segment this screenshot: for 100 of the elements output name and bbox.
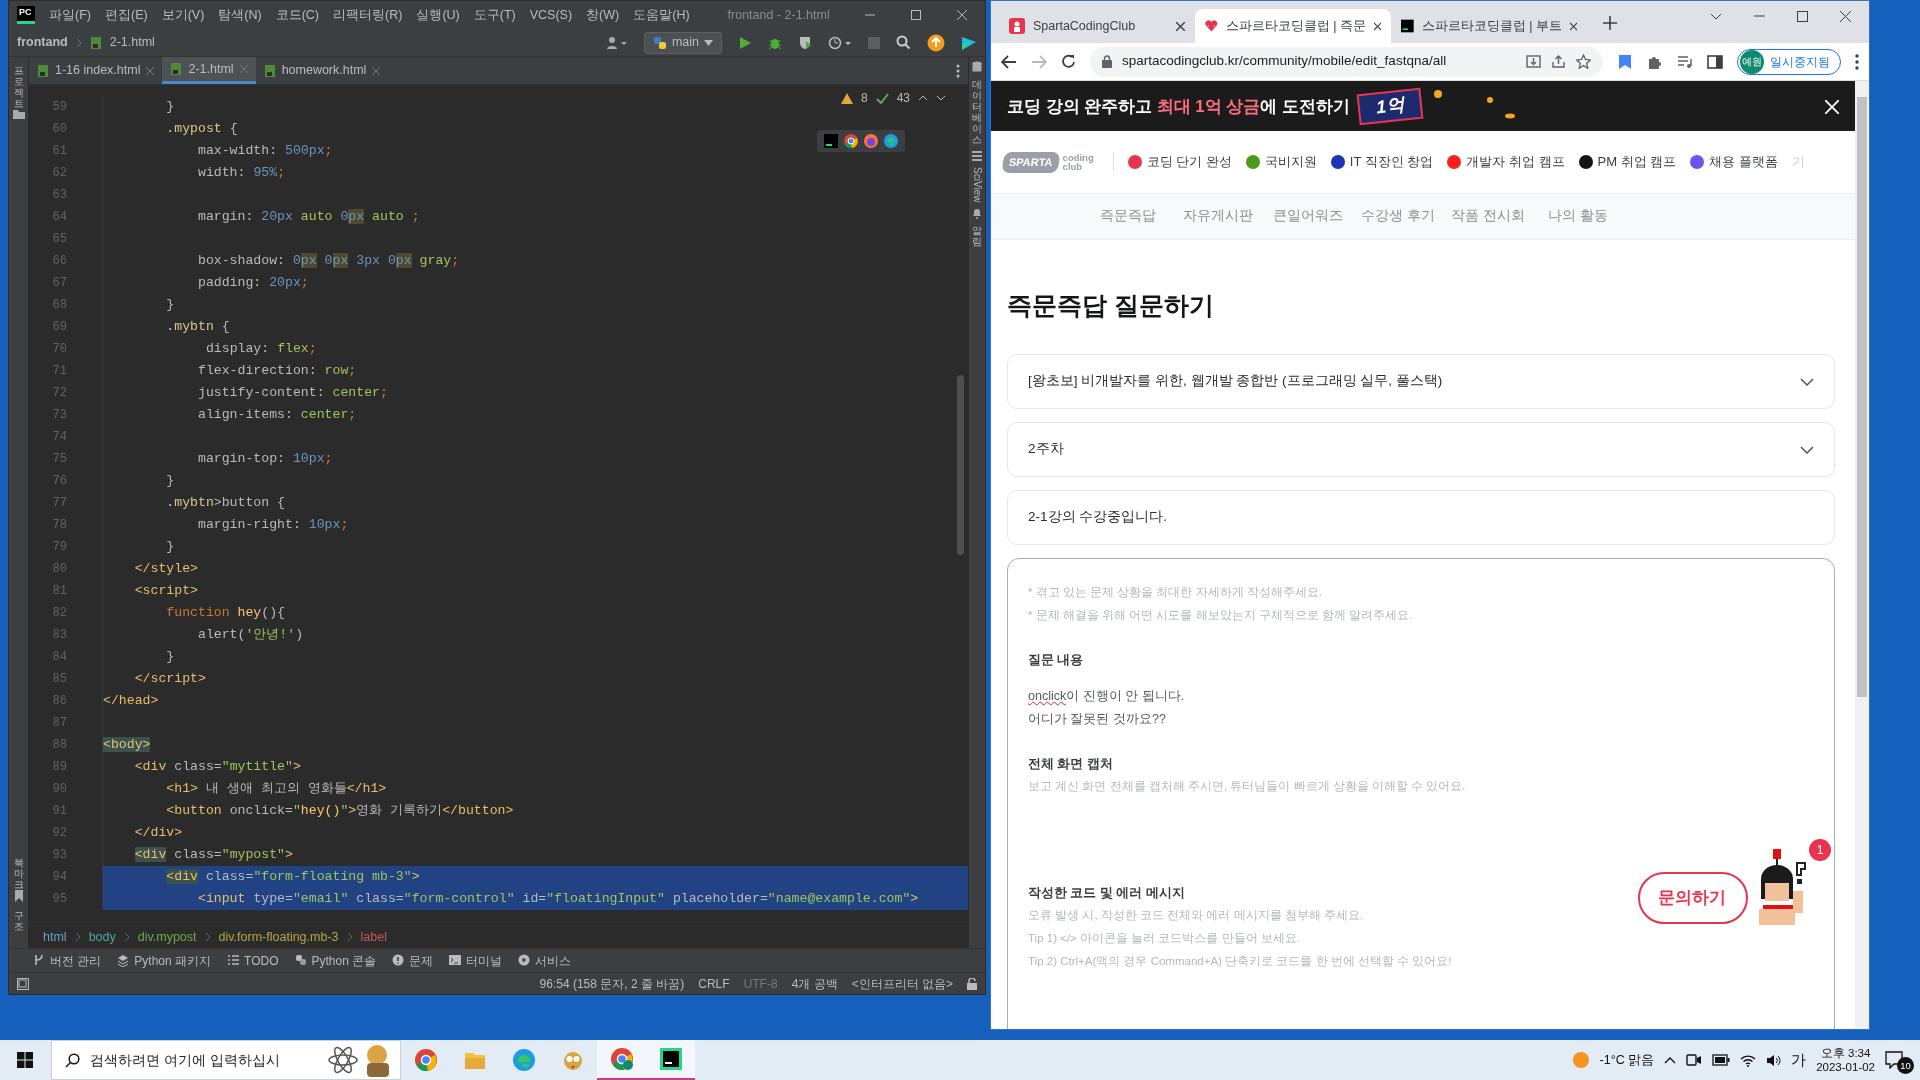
pycharm-icon[interactable] bbox=[824, 134, 838, 148]
edge-icon[interactable] bbox=[884, 134, 898, 148]
weather-text[interactable]: -1°C 맑음 bbox=[1599, 1050, 1655, 1070]
tool-window-label[interactable]: 프로젝트 bbox=[13, 65, 24, 109]
project-name[interactable]: frontand bbox=[17, 33, 68, 52]
tool-window-button[interactable]: Python 콘솔 bbox=[294, 951, 377, 970]
firefox-icon[interactable] bbox=[864, 134, 878, 148]
database-icon[interactable] bbox=[972, 61, 982, 73]
nav-link[interactable]: 국비지원 bbox=[1245, 152, 1317, 172]
run-config-dropdown[interactable]: main bbox=[643, 31, 722, 54]
status-item[interactable]: 96:54 (158 문자, 2 줄 바꿈) bbox=[539, 974, 685, 993]
star-icon[interactable] bbox=[1576, 54, 1591, 69]
wifi-icon[interactable] bbox=[1740, 1053, 1757, 1067]
tool-window-label[interactable]: 알림 bbox=[972, 225, 982, 248]
menu-item[interactable]: 도구(T) bbox=[473, 5, 516, 25]
editor-tab[interactable]: homework.html bbox=[255, 57, 389, 84]
tool-window-label[interactable]: 데이터베이스 bbox=[972, 79, 982, 145]
layout-icon[interactable] bbox=[17, 977, 29, 990]
bookmark-icon[interactable] bbox=[13, 890, 24, 902]
notification-icon[interactable] bbox=[1885, 1051, 1903, 1069]
grid-icon[interactable] bbox=[972, 151, 982, 161]
contact-button[interactable]: 문의하기 bbox=[1638, 872, 1748, 924]
section-tab[interactable]: 나의 활동 bbox=[1533, 206, 1623, 227]
shield-icon[interactable] bbox=[798, 35, 812, 50]
passed-count[interactable]: 43 bbox=[896, 89, 910, 107]
tool-window-button[interactable]: 문제 bbox=[392, 951, 434, 970]
close-icon[interactable] bbox=[1176, 21, 1185, 31]
status-item[interactable]: CRLF bbox=[698, 974, 730, 993]
share-icon[interactable] bbox=[1551, 54, 1566, 69]
chevron-down-icon[interactable] bbox=[936, 95, 946, 101]
search-icon[interactable] bbox=[65, 1053, 80, 1068]
bell-icon[interactable] bbox=[972, 208, 982, 220]
breadcrumb-item[interactable]: html bbox=[43, 927, 67, 947]
chevron-up-icon[interactable] bbox=[1664, 1056, 1677, 1064]
battery-icon[interactable] bbox=[1712, 1054, 1731, 1066]
nav-link[interactable]: 채용 플랫폼 bbox=[1690, 152, 1778, 172]
nav-link[interactable]: PM 취업 캠프 bbox=[1578, 152, 1677, 172]
scrollbar-thumb[interactable] bbox=[1857, 97, 1867, 697]
menu-item[interactable]: 실행(U) bbox=[416, 5, 460, 25]
warning-icon[interactable] bbox=[840, 92, 853, 104]
breadcrumb-item[interactable]: body bbox=[88, 927, 116, 947]
tool-window-button[interactable]: 서비스 bbox=[518, 951, 572, 970]
install-icon[interactable] bbox=[1526, 54, 1541, 69]
section-tab[interactable]: 수강생 후기 bbox=[1353, 206, 1443, 227]
tool-window-button[interactable]: TODO bbox=[227, 951, 279, 970]
speaker-icon[interactable] bbox=[1766, 1053, 1782, 1067]
extension-icon[interactable] bbox=[1617, 53, 1633, 70]
media-icon[interactable] bbox=[1677, 53, 1693, 70]
browser-tab[interactable]: 스파르타코딩클럽 | 부트 bbox=[1391, 9, 1587, 43]
user-icon[interactable] bbox=[605, 35, 628, 50]
editor-tab[interactable]: 1-16 index.html bbox=[29, 57, 163, 84]
breadcrumb-item[interactable]: div.mypost bbox=[137, 927, 197, 947]
folder-icon[interactable] bbox=[12, 109, 25, 119]
nav-link[interactable]: 코딩 단기 완성 bbox=[1127, 152, 1232, 172]
status-item[interactable]: <인터프리터 없음> bbox=[851, 974, 953, 993]
tool-window-button[interactable]: 버전 관리 bbox=[33, 951, 102, 970]
scrollbar-thumb[interactable] bbox=[957, 375, 964, 555]
search-field[interactable]: 검색하려면 여기에 입력하십시 bbox=[51, 1040, 401, 1080]
menu-item[interactable]: 창(W) bbox=[586, 5, 620, 25]
close-icon[interactable] bbox=[1840, 10, 1851, 22]
clock[interactable]: 오후 3:34 2023-01-02 bbox=[1816, 1045, 1875, 1075]
more-icon[interactable] bbox=[956, 63, 960, 78]
section-tab[interactable]: 즉문즉답 bbox=[1083, 206, 1173, 227]
tool-window-label[interactable]: 북마크 bbox=[13, 857, 24, 890]
side-panel-icon[interactable] bbox=[1707, 53, 1723, 70]
editor-tab[interactable]: 2-1.html bbox=[162, 57, 256, 84]
menu-item[interactable]: 도움말(H) bbox=[633, 5, 690, 25]
chevron-down-icon[interactable] bbox=[1710, 12, 1722, 20]
file-name[interactable]: 2-1.html bbox=[109, 33, 155, 52]
more-icon[interactable] bbox=[1855, 53, 1859, 70]
back-icon[interactable] bbox=[1001, 54, 1017, 69]
reload-icon[interactable] bbox=[1061, 54, 1076, 69]
close-icon[interactable] bbox=[1373, 21, 1381, 31]
nav-link[interactable]: 개발자 취업 캠프 bbox=[1447, 152, 1565, 172]
section-tab[interactable]: 자유게시판 bbox=[1173, 206, 1263, 227]
tool-window-label[interactable]: 구조 bbox=[13, 910, 24, 932]
section-tab[interactable]: 작품 전시회 bbox=[1443, 206, 1533, 227]
breadcrumb-item[interactable]: div.form-floating.mb-3 bbox=[218, 927, 339, 947]
chevron-up-icon[interactable] bbox=[918, 95, 928, 101]
windows-icon[interactable] bbox=[16, 1052, 33, 1068]
taskbar-app[interactable] bbox=[646, 1040, 695, 1080]
section-tab[interactable]: 큰일어워즈 bbox=[1263, 206, 1353, 227]
search-icon[interactable] bbox=[896, 35, 911, 50]
menu-item[interactable]: VCS(S) bbox=[529, 5, 573, 25]
meet-icon[interactable] bbox=[1686, 1053, 1703, 1067]
profile-button[interactable]: 예원 일시중지됨 bbox=[1737, 48, 1841, 75]
input-method-indicator[interactable]: 가 bbox=[1791, 1048, 1807, 1072]
maximize-icon[interactable] bbox=[1797, 10, 1808, 22]
browser-tab[interactable]: SpartaCodingClub bbox=[999, 9, 1195, 43]
close-icon[interactable] bbox=[1569, 21, 1577, 31]
lecture-field[interactable]: 2-1강의 수강중입니다. bbox=[1007, 490, 1835, 545]
week-select[interactable]: 2주차 bbox=[1007, 422, 1835, 477]
breadcrumb-item[interactable]: label bbox=[360, 927, 387, 947]
lock-icon[interactable] bbox=[1102, 55, 1112, 68]
profiler-icon[interactable] bbox=[828, 35, 852, 50]
browser-tab[interactable]: 스파르타코딩클럽 | 즉문 bbox=[1195, 9, 1391, 43]
menu-item[interactable]: 보기(V) bbox=[161, 5, 205, 25]
check-icon[interactable] bbox=[875, 92, 889, 104]
toolbox-icon[interactable] bbox=[961, 34, 977, 51]
chrome-icon[interactable] bbox=[844, 134, 858, 148]
